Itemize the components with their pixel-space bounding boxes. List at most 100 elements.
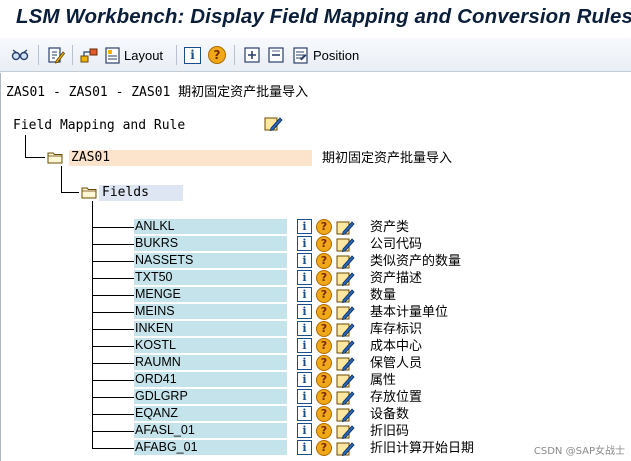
question-icon[interactable]: ? <box>316 372 332 388</box>
info-icon[interactable]: i <box>297 338 312 353</box>
info-icon[interactable]: i <box>297 270 312 285</box>
field-name[interactable]: INKEN <box>134 321 287 336</box>
field-actions: i? <box>297 355 356 372</box>
field-name[interactable]: TXT50 <box>134 270 287 285</box>
info-icon[interactable]: i <box>297 287 312 302</box>
field-name[interactable]: GDLGRP <box>134 389 287 404</box>
question-icon[interactable]: ? <box>316 253 332 269</box>
glasses-icon <box>11 49 29 61</box>
tree-connector <box>92 295 134 296</box>
question-icon[interactable]: ? <box>316 355 332 371</box>
pencil-icon[interactable] <box>336 338 356 355</box>
display-change-button[interactable] <box>10 44 30 66</box>
info-icon[interactable]: i <box>297 253 312 268</box>
field-description: 折旧码 <box>370 424 410 439</box>
pencil-icon[interactable] <box>336 236 356 253</box>
layout-button[interactable]: Layout <box>104 44 163 66</box>
field-name[interactable]: AFABG_01 <box>134 440 287 455</box>
pencil-icon[interactable] <box>336 440 356 457</box>
tree-connector <box>92 329 134 330</box>
field-description: 数量 <box>370 288 397 303</box>
tree-connector <box>92 431 134 432</box>
field-actions: i? <box>297 219 356 236</box>
pencil-icon[interactable] <box>336 287 356 304</box>
field-description: 资产描述 <box>370 271 423 286</box>
field-name[interactable]: EQANZ <box>134 406 287 421</box>
info-icon: i <box>184 46 201 64</box>
question-icon[interactable]: ? <box>316 321 332 337</box>
question-icon[interactable]: ? <box>316 389 332 405</box>
field-description: 属性 <box>370 373 397 388</box>
question-icon[interactable]: ? <box>316 423 332 439</box>
pencil-icon[interactable] <box>336 304 356 321</box>
field-description: 类似资产的数量 <box>370 254 462 269</box>
pencil-icon[interactable] <box>336 406 356 423</box>
pencil-icon[interactable] <box>336 321 356 338</box>
field-description: 资产类 <box>370 220 410 235</box>
tree-connector <box>92 312 134 313</box>
info-icon[interactable]: i <box>297 219 312 234</box>
pencil-icon[interactable] <box>336 219 356 236</box>
field-name[interactable]: BUKRS <box>134 236 287 251</box>
info-icon[interactable]: i <box>297 321 312 336</box>
pencil-icon[interactable] <box>336 389 356 406</box>
field-description: 存放位置 <box>370 390 423 405</box>
position-button[interactable]: Position <box>291 44 359 66</box>
info-icon[interactable]: i <box>297 440 312 455</box>
hierarchy-button[interactable] <box>79 44 99 66</box>
pencil-icon[interactable] <box>336 372 356 389</box>
question-icon[interactable]: ? <box>316 236 332 252</box>
field-name[interactable]: NASSETS <box>134 253 287 268</box>
pencil-icon[interactable] <box>336 355 356 372</box>
field-actions: i? <box>297 423 356 440</box>
field-actions: i? <box>297 321 356 338</box>
layout-icon <box>105 47 120 64</box>
question-icon[interactable]: ? <box>316 287 332 303</box>
position-icon <box>293 47 308 64</box>
field-name[interactable]: ANLKL <box>134 219 287 234</box>
fields-node[interactable]: Fields <box>99 185 183 201</box>
folder-icon[interactable] <box>81 186 97 199</box>
info-icon[interactable]: i <box>297 372 312 387</box>
tree-root-label: Field Mapping and Rule <box>13 118 186 133</box>
hierarchy-icon <box>80 48 98 63</box>
info-icon[interactable]: i <box>297 236 312 251</box>
field-description: 保管人员 <box>370 356 423 371</box>
pencil-icon[interactable] <box>336 253 356 270</box>
structure-description: 期初固定资产批量导入 <box>322 151 453 166</box>
question-icon[interactable]: ? <box>316 338 332 354</box>
collapse-button[interactable] <box>266 44 286 66</box>
info-icon[interactable]: i <box>297 304 312 319</box>
tree-connector <box>92 448 134 449</box>
info-icon[interactable]: i <box>297 355 312 370</box>
pencil-icon[interactable] <box>336 423 356 440</box>
question-icon: ? <box>208 46 226 64</box>
tree-connector <box>92 397 134 398</box>
field-actions: i? <box>297 236 356 253</box>
field-name[interactable]: MEINS <box>134 304 287 319</box>
pencil-icon[interactable] <box>264 115 284 133</box>
folder-icon[interactable] <box>47 151 63 164</box>
question-icon[interactable]: ? <box>316 440 332 456</box>
question-icon[interactable]: ? <box>316 219 332 235</box>
info-icon[interactable]: i <box>297 389 312 404</box>
structure-name: ZAS01 <box>71 150 111 165</box>
field-name[interactable]: ORD41 <box>134 372 287 387</box>
watermark: CSDN @SAP女战士 <box>533 446 625 457</box>
info-button[interactable]: i <box>184 44 201 66</box>
field-name[interactable]: MENGE <box>134 287 287 302</box>
field-name[interactable]: RAUMN <box>134 355 287 370</box>
question-icon[interactable]: ? <box>316 304 332 320</box>
edit-button[interactable] <box>46 44 66 66</box>
expand-button[interactable] <box>242 44 262 66</box>
field-name[interactable]: AFASL_01 <box>134 423 287 438</box>
help-button[interactable]: ? <box>208 44 226 66</box>
question-icon[interactable]: ? <box>316 406 332 422</box>
info-icon[interactable]: i <box>297 423 312 438</box>
question-icon[interactable]: ? <box>316 270 332 286</box>
info-icon[interactable]: i <box>297 406 312 421</box>
structure-node[interactable]: ZAS01 <box>69 150 312 166</box>
pencil-icon[interactable] <box>336 270 356 287</box>
field-actions: i? <box>297 372 356 389</box>
field-name[interactable]: KOSTL <box>134 338 287 353</box>
